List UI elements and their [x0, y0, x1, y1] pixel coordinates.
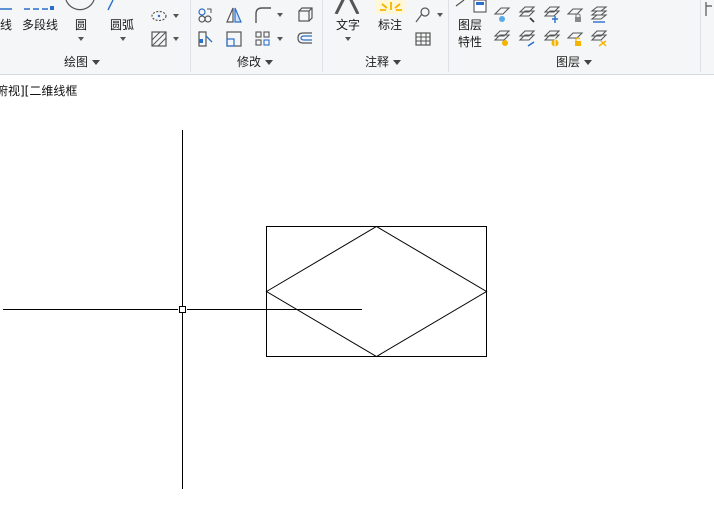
- layer-make-current-icon[interactable]: [493, 30, 511, 48]
- ribbon: 线 多段线 圆 圆弧 绘图 修改 文字 标注 注释 图层 特性 图层: [0, 0, 714, 75]
- drawing-canvas[interactable]: [0, 0, 714, 505]
- fillet-dropdown-arrow[interactable]: [277, 13, 283, 17]
- dimension-tool-label[interactable]: 标注: [378, 18, 402, 32]
- layer-properties-icon[interactable]: [454, 0, 488, 14]
- arc-tool-label[interactable]: 圆弧: [110, 18, 134, 32]
- layers-panel-title[interactable]: 图层: [556, 54, 593, 70]
- draw-panel-title[interactable]: 绘图: [64, 54, 101, 70]
- hatch-dropdown-arrow[interactable]: [173, 37, 179, 41]
- panel-separator: [322, 0, 323, 72]
- crosshair-pickbox: [179, 306, 186, 313]
- dimension-icon[interactable]: [376, 0, 406, 14]
- modify-panel-title[interactable]: 修改: [237, 54, 274, 70]
- next-panel-partial-icon[interactable]: [704, 0, 714, 18]
- leader-icon[interactable]: [414, 6, 432, 24]
- layer-lock-icon[interactable]: [566, 6, 584, 24]
- arc-icon[interactable]: [104, 0, 118, 12]
- arc-dropdown-arrow[interactable]: [120, 37, 126, 41]
- polyline-tool-label[interactable]: 多段线: [22, 18, 58, 32]
- line-tool-label[interactable]: 线: [0, 18, 12, 32]
- layer-thaw-icon[interactable]: [543, 30, 561, 48]
- drawn-diamond[interactable]: [265, 225, 488, 358]
- layer-unlock-icon[interactable]: [566, 30, 584, 48]
- polyline-icon[interactable]: [22, 0, 62, 12]
- layer-unisolate-icon[interactable]: [518, 6, 536, 24]
- stretch-icon[interactable]: [196, 30, 214, 48]
- array-icon[interactable]: [254, 30, 272, 48]
- text-dropdown-arrow[interactable]: [345, 37, 351, 41]
- ellipse-dropdown-arrow[interactable]: [173, 14, 179, 18]
- offset-icon[interactable]: [296, 30, 314, 48]
- layer-match-icon[interactable]: [518, 30, 536, 48]
- circle-dropdown-arrow[interactable]: [78, 37, 84, 41]
- layer-freeze-icon[interactable]: [543, 6, 561, 24]
- mirror-icon[interactable]: [225, 6, 243, 24]
- text-tool-label[interactable]: 文字: [336, 18, 360, 32]
- offset-3d-icon[interactable]: [296, 6, 314, 24]
- panel-separator: [448, 0, 449, 72]
- layer-properties-label-line2[interactable]: 特性: [458, 35, 482, 49]
- hatch-icon[interactable]: [150, 30, 168, 48]
- layer-walk-icon[interactable]: [590, 30, 608, 48]
- layer-properties-label-line1[interactable]: 图层: [458, 18, 482, 32]
- panel-separator: [190, 0, 191, 72]
- layer-isolate-icon[interactable]: [493, 6, 511, 24]
- text-large-icon[interactable]: [334, 0, 362, 14]
- scale-icon[interactable]: [225, 30, 243, 48]
- array-dropdown-arrow[interactable]: [277, 37, 283, 41]
- move-copy-icon[interactable]: [196, 6, 214, 24]
- line-icon[interactable]: [0, 0, 16, 12]
- table-icon[interactable]: [414, 30, 432, 48]
- annotation-panel-title[interactable]: 注释: [365, 54, 402, 70]
- leader-dropdown-arrow[interactable]: [437, 13, 443, 17]
- drawn-rectangle[interactable]: [266, 226, 487, 357]
- layer-merge-icon[interactable]: [590, 6, 608, 24]
- circle-tool-label[interactable]: 圆: [75, 18, 87, 32]
- viewport-view-label[interactable]: 俯视][二维线框: [0, 82, 77, 99]
- fillet-icon[interactable]: [254, 6, 272, 24]
- circle-icon[interactable]: [64, 0, 96, 14]
- panel-separator: [700, 0, 701, 72]
- ellipse-icon[interactable]: [150, 7, 168, 25]
